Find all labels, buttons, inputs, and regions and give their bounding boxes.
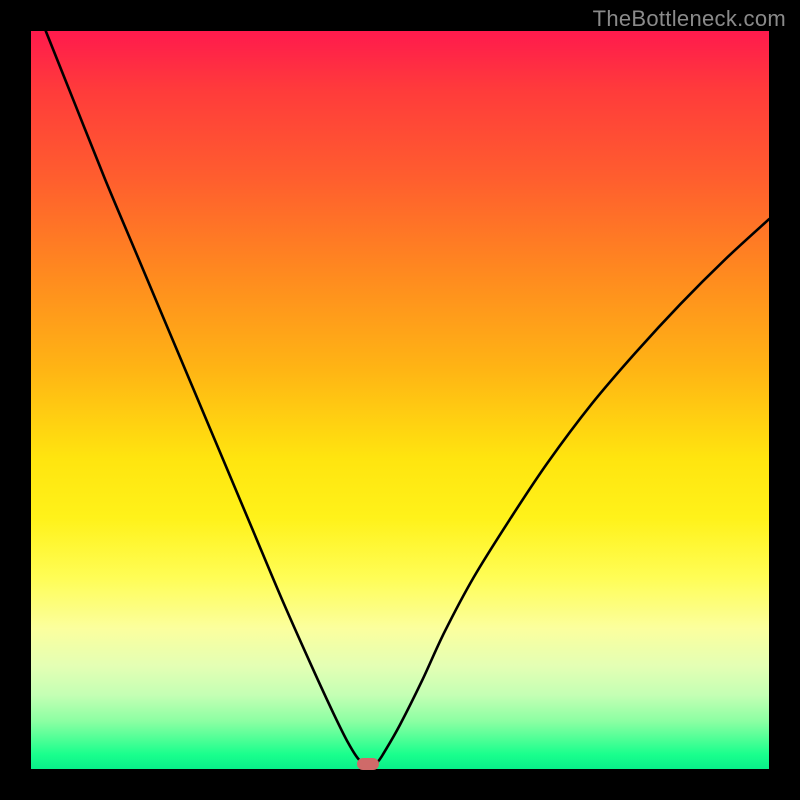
watermark-text: TheBottleneck.com — [593, 6, 786, 32]
plot-area — [31, 31, 769, 769]
bottleneck-curve — [31, 31, 769, 769]
optimal-marker — [357, 758, 379, 770]
chart-frame: TheBottleneck.com — [0, 0, 800, 800]
